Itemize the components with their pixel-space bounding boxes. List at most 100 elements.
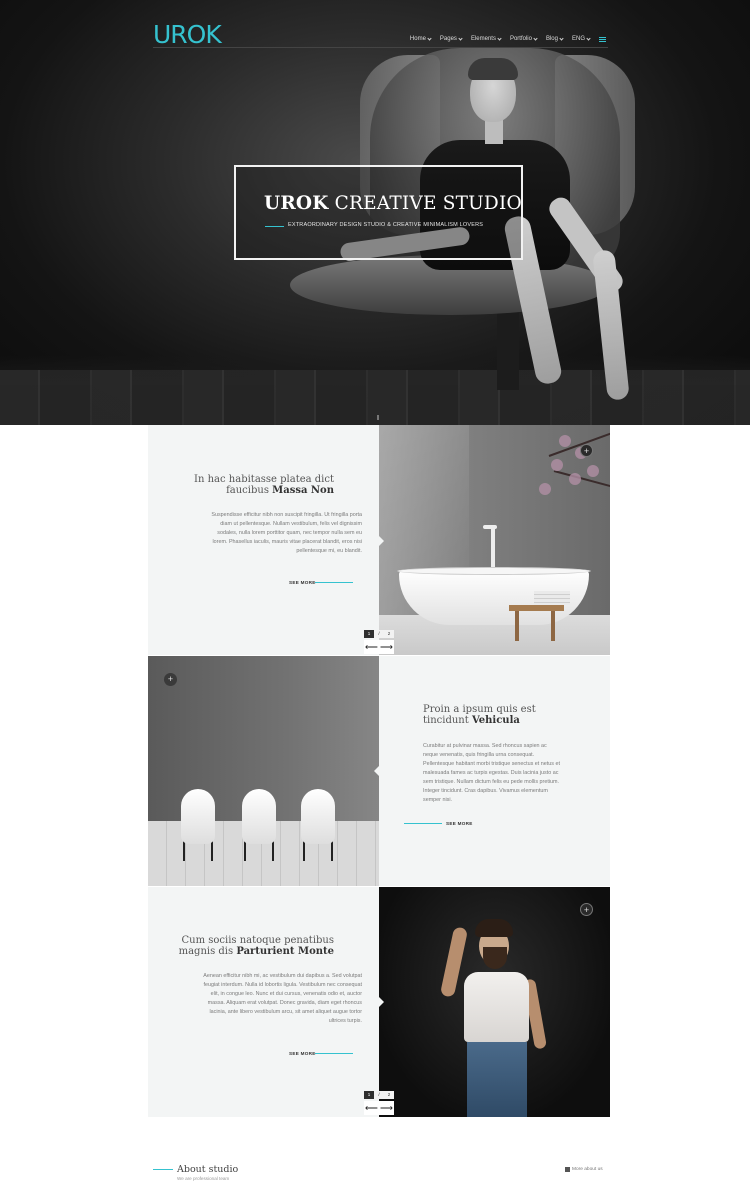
blossom: [551, 459, 563, 471]
armchair-stem: [497, 310, 519, 390]
feature-title-line: faucibus Massa Non: [188, 485, 334, 496]
hero-title-rest: CREATIVE STUDIO: [328, 193, 522, 214]
nav-label: Blog: [545, 36, 558, 42]
chevron-down-icon: [559, 35, 564, 41]
white-chair: [301, 789, 335, 844]
pager-total: 2: [384, 630, 394, 638]
arrow-left-icon[interactable]: ⟵: [364, 1101, 379, 1115]
pager-separator: /: [374, 1091, 384, 1099]
faucet: [491, 525, 495, 570]
feature-title-1: In hac habitasse platea dict faucibus Ma…: [188, 474, 334, 496]
nav-label: Portfolio: [509, 36, 532, 42]
tile-pointer: [379, 997, 384, 1007]
arrow-right-icon[interactable]: ⟶: [379, 640, 394, 654]
white-chair: [242, 789, 276, 844]
hero-title-bold: UROK: [264, 193, 329, 214]
nav-item-home[interactable]: Home: [409, 35, 432, 42]
stool-leg: [515, 611, 519, 641]
bathtub-rim: [397, 567, 591, 575]
about-accent-line: [153, 1169, 173, 1170]
chevron-down-icon: [497, 35, 502, 41]
about-subtitle: We are professional team: [177, 1176, 230, 1181]
main-nav: Home Pages Elements Portfolio Blog ENG: [409, 35, 606, 42]
see-more-link[interactable]: SEE MORE: [446, 821, 473, 826]
see-more-accent-line: [315, 582, 353, 583]
tile-pointer: [379, 536, 384, 546]
feature-image-man: +: [379, 887, 610, 1117]
see-more-link[interactable]: SEE MORE: [289, 580, 316, 585]
hero-subtitle-accent-line: [265, 226, 284, 227]
slide-arrows: ⟵ ⟶: [364, 1101, 394, 1115]
feature-text-3: Cum sociis natoque penatibus magnis dis …: [148, 887, 379, 1117]
see-more-link[interactable]: SEE MORE: [289, 1051, 316, 1056]
blossom: [569, 473, 581, 485]
feature-title-3: Cum sociis natoque penatibus magnis dis …: [178, 935, 334, 957]
slide-pager: 1 / 2: [364, 630, 394, 638]
feature-title-bold: Parturient Monte: [236, 946, 334, 957]
feature-title-line: tincidunt Vehicula: [423, 715, 573, 726]
nav-label: Elements: [470, 36, 496, 42]
see-more-accent-line: [404, 823, 442, 824]
wooden-stool: [509, 605, 564, 611]
feature-title-line: Proin a ipsum quis est: [423, 704, 536, 715]
feature-title-line: Cum sociis natoque penatibus: [181, 935, 334, 946]
pager-current[interactable]: 1: [364, 630, 374, 638]
scroll-indicator[interactable]: [377, 415, 379, 420]
plus-icon[interactable]: +: [580, 444, 593, 457]
pager-current[interactable]: 1: [364, 1091, 374, 1099]
hero-section: UROK Home Pages Elements Portfolio Blog …: [0, 0, 750, 425]
feature-title-line: magnis dis Parturient Monte: [178, 946, 334, 957]
feature-body-1: Suspendisse efficitur nibh non suscipit …: [211, 512, 362, 554]
nav-item-portfolio[interactable]: Portfolio: [509, 35, 538, 42]
feature-title-text: faucibus: [226, 485, 273, 496]
plus-icon[interactable]: +: [164, 673, 177, 686]
feature-image-chairs: +: [148, 656, 379, 886]
hero-subtitle: EXTRAORDINARY DESIGN STUDIO & CREATIVE M…: [288, 222, 484, 228]
nav-label: Home: [409, 36, 426, 42]
menu-icon[interactable]: [599, 36, 606, 42]
plus-square-icon: [565, 1167, 570, 1172]
chevron-down-icon: [458, 35, 463, 41]
nav-item-blog[interactable]: Blog: [545, 35, 564, 42]
blossom: [559, 435, 571, 447]
feature-text-2: Proin a ipsum quis est tincidunt Vehicul…: [379, 656, 610, 886]
header-divider: [153, 47, 608, 48]
blossom: [539, 483, 551, 495]
feature-title-bold: Massa Non: [272, 485, 334, 496]
pager-total: 2: [384, 1091, 394, 1099]
feature-title-2: Proin a ipsum quis est tincidunt Vehicul…: [423, 704, 573, 726]
slide-arrows: ⟵ ⟶: [364, 640, 394, 654]
feature-image-bathroom: +: [379, 425, 610, 655]
nav-label: Pages: [439, 36, 457, 42]
slide-pager: 1 / 2: [364, 1091, 394, 1099]
more-about-label: More about us: [572, 1167, 603, 1172]
feature-title-line: In hac habitasse platea dict: [194, 474, 334, 485]
arrow-right-icon[interactable]: ⟶: [379, 1101, 394, 1115]
feature-text-1: In hac habitasse platea dict faucibus Ma…: [148, 425, 379, 655]
hero-title: UROK CREATIVE STUDIO: [264, 193, 522, 214]
logo[interactable]: UROK: [153, 20, 222, 49]
chevron-down-icon: [427, 35, 432, 41]
nav-item-language[interactable]: ENG: [571, 35, 591, 42]
feature-title-bold: Vehicula: [471, 715, 520, 726]
feature-title-text: magnis dis: [178, 946, 237, 957]
nav-item-elements[interactable]: Elements: [470, 35, 502, 42]
tile-pointer: [374, 766, 379, 776]
feature-body-3: Aenean efficitur nibh mi, ac vestibulum …: [203, 973, 362, 1024]
arrow-left-icon[interactable]: ⟵: [364, 640, 379, 654]
towels: [534, 591, 570, 605]
stool-leg: [551, 611, 555, 641]
white-chair: [181, 789, 215, 844]
pager-separator: /: [374, 630, 384, 638]
feature-body-2: Curabitur at pulvinar massa. Sed rhoncus…: [423, 743, 560, 803]
nav-label: ENG: [571, 36, 585, 42]
see-more-accent-line: [315, 1053, 353, 1054]
man-shirt: [464, 972, 529, 1042]
man-jeans: [467, 1042, 527, 1117]
nav-item-pages[interactable]: Pages: [439, 35, 463, 42]
feature-title-text: tincidunt: [423, 715, 472, 726]
hero-floor: [0, 370, 750, 425]
more-about-link[interactable]: More about us: [565, 1167, 603, 1172]
chevron-down-icon: [586, 35, 591, 41]
plus-icon[interactable]: +: [580, 903, 593, 916]
